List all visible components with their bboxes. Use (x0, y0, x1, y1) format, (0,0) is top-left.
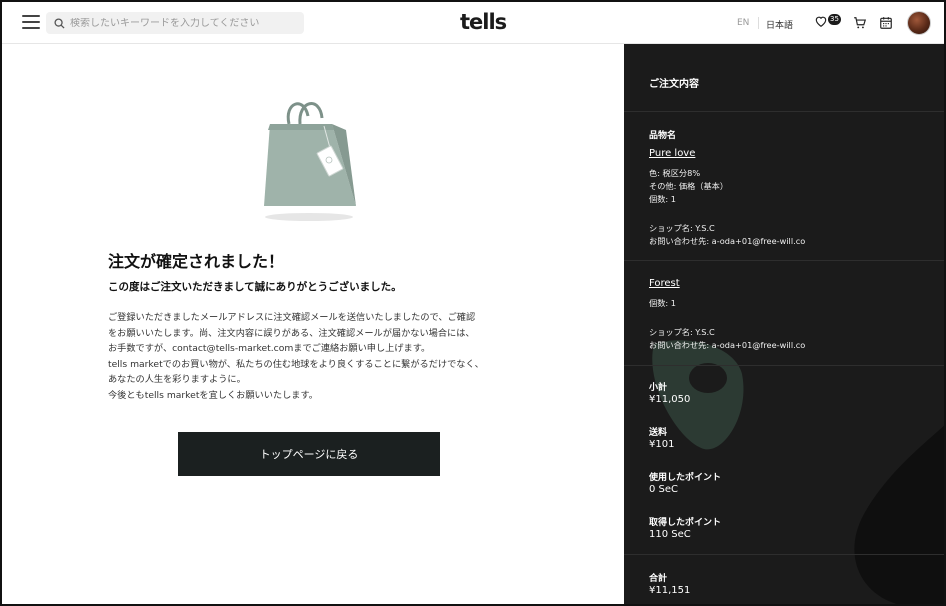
search-input[interactable] (70, 17, 300, 29)
body-line: をお願いいたします。尚、注文内容に誤りがある、注文確認メールが届かない場合には、 (108, 327, 475, 339)
back-to-top-button[interactable]: トップページに戻る (178, 432, 440, 476)
lang-en-link[interactable]: EN (737, 18, 749, 28)
shipping-label: 送料 (649, 428, 668, 438)
divider (624, 111, 944, 112)
subtotal-value: ¥11,050 (649, 394, 691, 405)
shipping-value: ¥101 (649, 439, 675, 450)
shop-contact: お問い合わせ先: a-oda+01@free-will.co (649, 236, 806, 246)
item-other: その他: 価格（基本） (649, 181, 729, 191)
shop-name: ショップ名: Y.S.C (649, 327, 715, 337)
product-link-forest[interactable]: Forest (649, 278, 680, 289)
thank-you-message: この度はご注文いただきまして誠にありがとうございました。 (108, 281, 402, 293)
shop-contact: お問い合わせ先: a-oda+01@free-will.co (649, 340, 806, 350)
divider (624, 260, 944, 261)
favorites-count-badge: 35 (828, 14, 841, 25)
earned-points-value: 110 SeC (649, 529, 691, 540)
calendar-icon[interactable] (879, 16, 893, 30)
heart-icon[interactable] (814, 14, 828, 28)
lang-ja-link[interactable]: 日本語 (766, 18, 793, 31)
total-value: ¥11,151 (649, 585, 691, 596)
body-line: あなたの人生を彩りますように。 (108, 374, 246, 386)
body-line: tells marketでのお買い物が、私たちの住む地球をより良くすることに繋が… (108, 358, 484, 370)
total-label: 合計 (649, 574, 668, 584)
item-color: 色: 税区分8% (649, 168, 701, 178)
earned-points-label: 取得したポイント (649, 518, 722, 528)
body-line: 今後ともtells marketを宜しくお願いいたします。 (108, 389, 318, 401)
search-icon (54, 17, 65, 29)
product-link-pure-love[interactable]: Pure love (649, 148, 695, 159)
body-line: ご登録いただきましたメールアドレスに注文確認メールを送信いたしましたので、ご確認 (108, 312, 476, 323)
shopping-bag-icon (264, 102, 356, 221)
cart-icon[interactable] (853, 16, 867, 30)
page-title: 注文が確定されました！ (108, 252, 285, 271)
lang-divider (758, 17, 759, 29)
menu-icon[interactable] (22, 15, 40, 29)
subtotal-label: 小計 (649, 383, 668, 393)
page-frame: tells EN 日本語 35 注文が確定されました！ この度はご注文いただきま… (0, 0, 946, 606)
confirmation-body: ご登録いただきましたメールアドレスに注文確認メールを送信いたしましたので、ご確認… (108, 310, 518, 404)
logo[interactable]: tells (460, 10, 507, 34)
divider (624, 365, 944, 366)
header: tells EN 日本語 35 (2, 2, 944, 44)
body-line: お手数ですが、contact@tells-market.comまでご連絡お願い申… (108, 343, 431, 355)
avatar[interactable] (907, 11, 931, 35)
used-points-label: 使用したポイント (649, 473, 722, 483)
order-summary-panel: ご注文内容 品物名 Pure love 色: 税区分8% その他: 価格（基本）… (624, 44, 944, 604)
item-quantity: 個数: 1 (649, 298, 676, 308)
item-quantity: 個数: 1 (649, 194, 676, 204)
order-summary-heading: ご注文内容 (649, 79, 699, 90)
search-box[interactable] (46, 12, 304, 34)
item-name-label: 品物名 (649, 131, 677, 141)
shop-name: ショップ名: Y.S.C (649, 223, 715, 233)
divider (624, 554, 944, 555)
used-points-value: 0 SeC (649, 484, 679, 495)
